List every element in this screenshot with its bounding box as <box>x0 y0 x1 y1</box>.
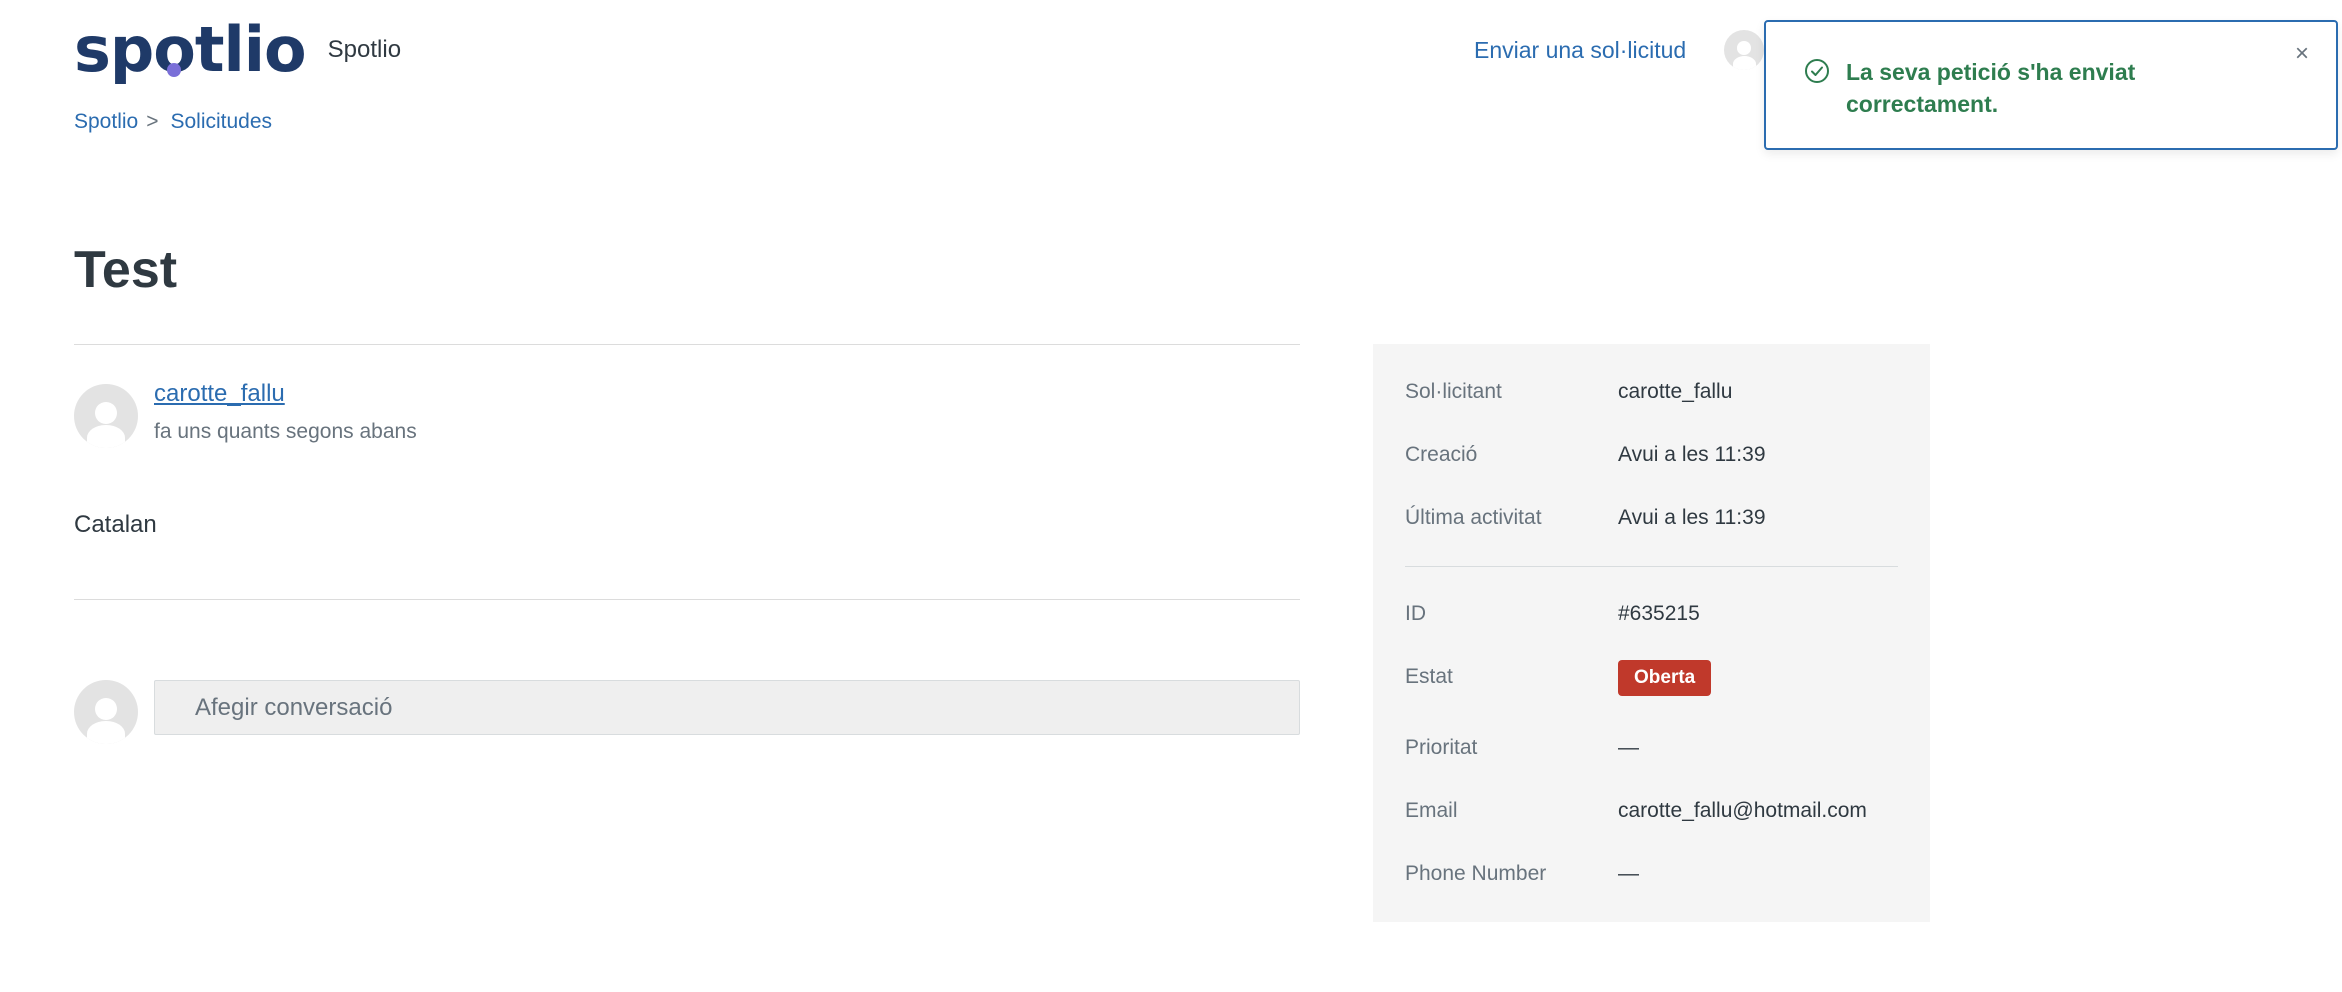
created-label: Creació <box>1405 443 1478 466</box>
details-divider <box>1405 566 1898 567</box>
divider <box>74 344 1300 345</box>
id-label: ID <box>1405 602 1426 625</box>
requester-value: carotte_fallu <box>1618 380 1733 403</box>
check-circle-icon <box>1805 59 1829 83</box>
detail-row-requester: Sol·licitant carotte_fallu <box>1405 380 1898 420</box>
breadcrumb: Spotlio > Solicitudes <box>74 110 272 134</box>
created-value: Avui a les 11:39 <box>1618 443 1766 466</box>
last-activity-label: Última activitat <box>1405 506 1542 529</box>
breadcrumb-home[interactable]: Spotlio <box>74 110 138 134</box>
request-details-panel: Sol·licitant carotte_fallu Creació Avui … <box>1373 344 1930 922</box>
email-value: carotte_fallu@hotmail.com <box>1618 799 1867 822</box>
requester-label: Sol·licitant <box>1405 380 1502 403</box>
status-label: Estat <box>1405 665 1453 688</box>
spotlio-logo[interactable]: sp o tlio <box>74 13 307 86</box>
detail-row-status: Estat Oberta <box>1405 660 1898 705</box>
logo-text-o: o <box>153 13 196 86</box>
submit-request-link[interactable]: Enviar una sol·licitud <box>1474 37 1686 64</box>
comment-author[interactable]: carotte_fallu <box>154 380 285 408</box>
email-label: Email <box>1405 799 1458 822</box>
avatar-body-shape <box>87 720 125 744</box>
priority-label: Prioritat <box>1405 736 1478 759</box>
avatar-head-shape <box>95 697 117 720</box>
divider <box>74 599 1300 600</box>
detail-row-created: Creació Avui a les 11:39 <box>1405 443 1898 483</box>
user-avatar[interactable] <box>1724 30 1765 70</box>
detail-row-priority: Prioritat — <box>1405 736 1898 776</box>
avatar-body-shape <box>1732 55 1756 70</box>
comment-timestamp: fa uns quants segons abans <box>154 420 417 443</box>
last-activity-value: Avui a les 11:39 <box>1618 506 1766 529</box>
priority-value: — <box>1618 736 1639 759</box>
detail-row-phone: Phone Number — <box>1405 862 1898 902</box>
author-avatar <box>74 384 138 448</box>
toast-message: La seva petició s'ha enviat correctament… <box>1846 59 2136 118</box>
avatar-head-shape <box>1737 41 1752 55</box>
add-conversation-button[interactable]: Afegir conversació <box>154 680 1300 735</box>
phone-value: — <box>1618 862 1639 885</box>
breadcrumb-requests[interactable]: Solicitudes <box>170 110 272 134</box>
avatar-head-shape <box>95 401 117 424</box>
page-title: Test <box>74 241 178 299</box>
success-toast: La seva petició s'ha enviat correctament… <box>1764 20 2338 150</box>
detail-row-id: ID #635215 <box>1405 602 1898 642</box>
breadcrumb-separator: > <box>146 110 159 133</box>
status-badge: Oberta <box>1618 660 1712 696</box>
id-value: #635215 <box>1618 602 1700 625</box>
avatar-body-shape <box>87 424 125 448</box>
close-icon[interactable]: × <box>2288 40 2316 68</box>
logo-text-end: tlio <box>194 13 307 86</box>
header-nav: Enviar una sol·licitud <box>1474 14 1765 86</box>
current-user-avatar <box>74 680 138 744</box>
detail-row-email: Email carotte_fallu@hotmail.com <box>1405 799 1898 839</box>
detail-row-last-activity: Última activitat Avui a les 11:39 <box>1405 506 1898 546</box>
brand-name[interactable]: Spotlio <box>328 36 401 64</box>
logo-text-start: sp <box>74 13 154 86</box>
comment-body: Catalan <box>74 511 157 538</box>
phone-label: Phone Number <box>1405 862 1547 885</box>
request-page: sp o tlio Spotlio Enviar una sol·licitud S… <box>0 0 2342 992</box>
